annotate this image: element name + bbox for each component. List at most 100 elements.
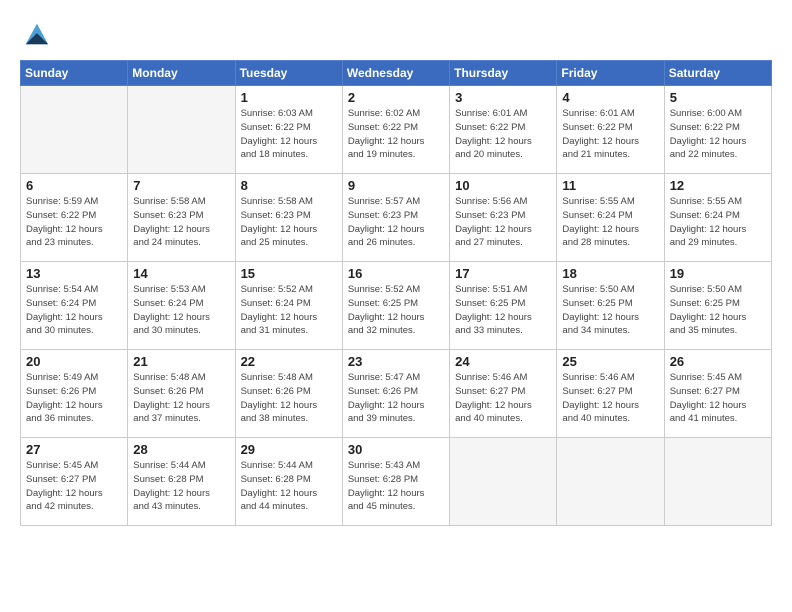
calendar-cell [21, 86, 128, 174]
day-number: 21 [133, 354, 230, 369]
calendar-cell: 20Sunrise: 5:49 AM Sunset: 6:26 PM Dayli… [21, 350, 128, 438]
day-number: 12 [670, 178, 767, 193]
calendar-weekday-monday: Monday [128, 61, 235, 86]
calendar-cell: 19 Sunrise: 5:50 AM Sunset: 6:25 PM Dayli… [664, 262, 771, 350]
calendar-weekday-wednesday: Wednesday [342, 61, 449, 86]
header [20, 20, 772, 48]
day-number: 28 [133, 442, 230, 457]
calendar-cell [557, 438, 664, 526]
day-info: Sunrise: 5:43 AM Sunset: 6:28 PM Dayligh… [348, 459, 445, 514]
day-number: 17 [455, 266, 552, 281]
calendar-weekday-friday: Friday [557, 61, 664, 86]
day-info: Sunrise: 5:45 AM Sunset: 6:27 PM Dayligh… [26, 459, 123, 514]
day-number: 20 [26, 354, 123, 369]
day-info: Sunrise: 5:56 AM Sunset: 6:23 PM Dayligh… [455, 195, 552, 250]
day-number: 18 [562, 266, 659, 281]
day-info: Sunrise: 6:01 AM Sunset: 6:22 PM Dayligh… [562, 107, 659, 162]
calendar-week-row: 13 Sunrise: 5:54 AM Sunset: 6:24 PM Dayli… [21, 262, 772, 350]
calendar-week-row: 27 Sunrise: 5:45 AM Sunset: 6:27 PM Dayli… [21, 438, 772, 526]
calendar-week-row: 20Sunrise: 5:49 AM Sunset: 6:26 PM Dayli… [21, 350, 772, 438]
calendar-cell [664, 438, 771, 526]
day-number: 8 [241, 178, 338, 193]
day-info: Sunrise: 5:46 AM Sunset: 6:27 PM Dayligh… [455, 371, 552, 426]
calendar-cell: 9 Sunrise: 5:57 AM Sunset: 6:23 PM Daylig… [342, 174, 449, 262]
logo-icon [22, 20, 50, 48]
day-number: 26 [670, 354, 767, 369]
day-info: Sunrise: 5:52 AM Sunset: 6:24 PM Dayligh… [241, 283, 338, 338]
day-number: 6 [26, 178, 123, 193]
day-number: 14 [133, 266, 230, 281]
calendar-cell: 11Sunrise: 5:55 AM Sunset: 6:24 PM Dayli… [557, 174, 664, 262]
day-info: Sunrise: 5:47 AM Sunset: 6:26 PM Dayligh… [348, 371, 445, 426]
day-number: 25 [562, 354, 659, 369]
day-number: 2 [348, 90, 445, 105]
calendar-cell: 2 Sunrise: 6:02 AM Sunset: 6:22 PM Daylig… [342, 86, 449, 174]
calendar-cell: 1 Sunrise: 6:03 AM Sunset: 6:22 PM Daylig… [235, 86, 342, 174]
calendar-cell [128, 86, 235, 174]
day-number: 7 [133, 178, 230, 193]
day-info: Sunrise: 5:45 AM Sunset: 6:27 PM Dayligh… [670, 371, 767, 426]
day-info: Sunrise: 5:59 AM Sunset: 6:22 PM Dayligh… [26, 195, 123, 250]
calendar-week-row: 6 Sunrise: 5:59 AM Sunset: 6:22 PM Daylig… [21, 174, 772, 262]
day-number: 27 [26, 442, 123, 457]
day-info: Sunrise: 5:57 AM Sunset: 6:23 PM Dayligh… [348, 195, 445, 250]
calendar-cell: 24 Sunrise: 5:46 AM Sunset: 6:27 PM Dayli… [450, 350, 557, 438]
day-info: Sunrise: 5:48 AM Sunset: 6:26 PM Dayligh… [241, 371, 338, 426]
day-info: Sunrise: 6:01 AM Sunset: 6:22 PM Dayligh… [455, 107, 552, 162]
day-number: 5 [670, 90, 767, 105]
day-info: Sunrise: 6:00 AM Sunset: 6:22 PM Dayligh… [670, 107, 767, 162]
calendar: SundayMondayTuesdayWednesdayThursdayFrid… [20, 60, 772, 526]
calendar-cell: 29 Sunrise: 5:44 AM Sunset: 6:28 PM Dayli… [235, 438, 342, 526]
day-info: Sunrise: 5:52 AM Sunset: 6:25 PM Dayligh… [348, 283, 445, 338]
calendar-cell: 5 Sunrise: 6:00 AM Sunset: 6:22 PM Daylig… [664, 86, 771, 174]
day-info: Sunrise: 5:55 AM Sunset: 6:24 PM Dayligh… [670, 195, 767, 250]
calendar-weekday-saturday: Saturday [664, 61, 771, 86]
day-info: Sunrise: 5:55 AM Sunset: 6:24 PM Dayligh… [562, 195, 659, 250]
page: SundayMondayTuesdayWednesdayThursdayFrid… [0, 0, 792, 536]
day-info: Sunrise: 5:48 AM Sunset: 6:26 PM Dayligh… [133, 371, 230, 426]
calendar-cell: 23Sunrise: 5:47 AM Sunset: 6:26 PM Dayli… [342, 350, 449, 438]
calendar-header-row: SundayMondayTuesdayWednesdayThursdayFrid… [21, 61, 772, 86]
day-info: Sunrise: 5:50 AM Sunset: 6:25 PM Dayligh… [562, 283, 659, 338]
calendar-cell: 15Sunrise: 5:52 AM Sunset: 6:24 PM Dayli… [235, 262, 342, 350]
calendar-weekday-tuesday: Tuesday [235, 61, 342, 86]
calendar-weekday-thursday: Thursday [450, 61, 557, 86]
day-info: Sunrise: 5:46 AM Sunset: 6:27 PM Dayligh… [562, 371, 659, 426]
day-number: 9 [348, 178, 445, 193]
calendar-cell: 16 Sunrise: 5:52 AM Sunset: 6:25 PM Dayli… [342, 262, 449, 350]
calendar-weekday-sunday: Sunday [21, 61, 128, 86]
calendar-cell: 3 Sunrise: 6:01 AM Sunset: 6:22 PM Daylig… [450, 86, 557, 174]
day-info: Sunrise: 6:02 AM Sunset: 6:22 PM Dayligh… [348, 107, 445, 162]
calendar-cell: 12 Sunrise: 5:55 AM Sunset: 6:24 PM Dayli… [664, 174, 771, 262]
calendar-cell: 28Sunrise: 5:44 AM Sunset: 6:28 PM Dayli… [128, 438, 235, 526]
calendar-cell: 25 Sunrise: 5:46 AM Sunset: 6:27 PM Dayli… [557, 350, 664, 438]
calendar-cell: 26 Sunrise: 5:45 AM Sunset: 6:27 PM Dayli… [664, 350, 771, 438]
day-number: 1 [241, 90, 338, 105]
day-number: 19 [670, 266, 767, 281]
calendar-cell: 10Sunrise: 5:56 AM Sunset: 6:23 PM Dayli… [450, 174, 557, 262]
day-info: Sunrise: 5:51 AM Sunset: 6:25 PM Dayligh… [455, 283, 552, 338]
calendar-cell: 4Sunrise: 6:01 AM Sunset: 6:22 PM Daylig… [557, 86, 664, 174]
day-info: Sunrise: 5:58 AM Sunset: 6:23 PM Dayligh… [133, 195, 230, 250]
day-info: Sunrise: 5:58 AM Sunset: 6:23 PM Dayligh… [241, 195, 338, 250]
calendar-cell: 18 Sunrise: 5:50 AM Sunset: 6:25 PM Dayli… [557, 262, 664, 350]
calendar-cell: 22Sunrise: 5:48 AM Sunset: 6:26 PM Dayli… [235, 350, 342, 438]
calendar-cell: 21 Sunrise: 5:48 AM Sunset: 6:26 PM Dayli… [128, 350, 235, 438]
calendar-cell: 7 Sunrise: 5:58 AM Sunset: 6:23 PM Daylig… [128, 174, 235, 262]
calendar-cell: 30 Sunrise: 5:43 AM Sunset: 6:28 PM Dayli… [342, 438, 449, 526]
day-number: 24 [455, 354, 552, 369]
calendar-cell: 13 Sunrise: 5:54 AM Sunset: 6:24 PM Dayli… [21, 262, 128, 350]
day-info: Sunrise: 5:53 AM Sunset: 6:24 PM Dayligh… [133, 283, 230, 338]
calendar-cell [450, 438, 557, 526]
calendar-cell: 6 Sunrise: 5:59 AM Sunset: 6:22 PM Daylig… [21, 174, 128, 262]
logo [20, 20, 50, 48]
day-number: 29 [241, 442, 338, 457]
day-number: 3 [455, 90, 552, 105]
day-info: Sunrise: 6:03 AM Sunset: 6:22 PM Dayligh… [241, 107, 338, 162]
day-info: Sunrise: 5:44 AM Sunset: 6:28 PM Dayligh… [241, 459, 338, 514]
day-number: 13 [26, 266, 123, 281]
day-info: Sunrise: 5:54 AM Sunset: 6:24 PM Dayligh… [26, 283, 123, 338]
day-number: 16 [348, 266, 445, 281]
day-info: Sunrise: 5:50 AM Sunset: 6:25 PM Dayligh… [670, 283, 767, 338]
day-number: 30 [348, 442, 445, 457]
